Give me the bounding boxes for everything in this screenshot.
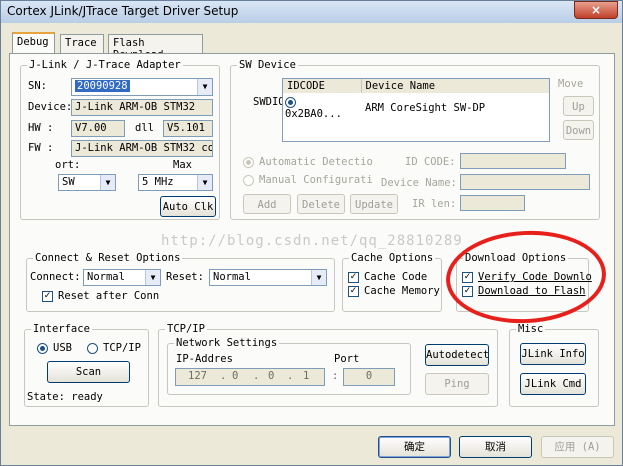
tcpip-radio[interactable]: [87, 343, 98, 354]
sn-value: 20090928: [75, 80, 130, 92]
reset-select[interactable]: Normal ▼: [209, 269, 327, 286]
hw-field: V7.00: [71, 120, 125, 137]
tcpip-label: TCP/IP: [103, 342, 141, 354]
connect-label: Connect:: [30, 271, 81, 283]
ip-octet-3: 0: [268, 370, 275, 382]
ip-octet-1: 127: [188, 370, 207, 382]
sw-device-legend: SW Device: [239, 59, 296, 71]
device-field: J-Link ARM-OB STM32: [71, 99, 213, 116]
jlink-cmd-button[interactable]: JLink Cmd: [520, 373, 586, 395]
reset-after-connect-label: Reset after Conn: [58, 290, 160, 302]
device-name-label: Device Name:: [381, 177, 457, 189]
ip-address-field[interactable]: 127 . 0 . 0 . 1: [175, 368, 325, 386]
max-clock-select[interactable]: 5 MHz ▼: [138, 174, 213, 191]
reset-after-connect-checkbox[interactable]: ✓: [42, 291, 53, 302]
tcpip-legend: TCP/IP: [167, 323, 205, 335]
update-button[interactable]: Update: [350, 194, 398, 214]
manual-config-label: Manual Configurati: [259, 174, 373, 186]
autodetect-button[interactable]: Autodetect: [425, 344, 489, 366]
ip-octet-4: 1: [303, 370, 310, 382]
dialog-window: Cortex JLink/JTrace Target Driver Setup …: [0, 0, 623, 466]
delete-button[interactable]: Delete: [297, 194, 345, 214]
scan-button[interactable]: Scan: [47, 361, 130, 383]
chevron-down-icon: ▼: [197, 175, 212, 190]
reset-label: Reset:: [166, 271, 204, 283]
sw-device-row[interactable]: 0x2BA0... ARM CoreSight SW-DP: [283, 93, 549, 123]
fw-label: FW :: [28, 142, 54, 154]
cache-memory-checkbox[interactable]: ✓: [348, 286, 359, 297]
hw-label: HW :: [28, 122, 54, 134]
ip-address-label: IP-Addres: [176, 353, 233, 365]
dll-label: dll: [135, 122, 154, 134]
sn-label: SN:: [28, 80, 47, 92]
tab-debug[interactable]: Debug: [12, 32, 55, 54]
id-code-field[interactable]: [460, 153, 566, 169]
state-label: State: ready: [27, 391, 103, 403]
interface-legend: Interface: [33, 323, 90, 335]
ip-octet-2: 0: [232, 370, 239, 382]
ir-len-field[interactable]: [460, 195, 525, 211]
up-button[interactable]: Up: [563, 96, 594, 116]
jlink-adapter-legend: J-Link / J-Trace Adapter: [29, 59, 181, 71]
port-value: SW: [62, 176, 75, 188]
col-device-name: Device Name: [365, 80, 436, 92]
connect-value: Normal: [87, 271, 125, 283]
ping-button[interactable]: Ping: [425, 373, 489, 395]
down-button[interactable]: Down: [563, 120, 594, 140]
row-radio[interactable]: [285, 96, 296, 108]
usb-radio[interactable]: [37, 343, 48, 354]
chevron-down-icon: ▼: [100, 175, 115, 190]
chevron-down-icon: ▼: [311, 270, 326, 285]
title-bar[interactable]: Cortex JLink/JTrace Target Driver Setup …: [1, 1, 622, 23]
cache-options-legend: Cache Options: [351, 252, 434, 264]
fw-field: J-Link ARM-OB STM32 comp: [71, 140, 213, 157]
jlink-info-button[interactable]: JLink Info: [520, 343, 586, 365]
device-label: Device:: [28, 101, 73, 113]
sn-select[interactable]: 20090928 ▼: [71, 78, 213, 96]
window-title: Cortex JLink/JTrace Target Driver Setup: [7, 4, 239, 18]
auto-detect-label: Automatic Detectio: [259, 156, 373, 168]
chevron-down-icon: ▼: [145, 270, 160, 285]
close-button[interactable]: ×: [574, 1, 618, 19]
cache-memory-label: Cache Memory: [364, 285, 440, 297]
port-select[interactable]: SW ▼: [58, 174, 116, 191]
manual-config-radio[interactable]: [243, 175, 254, 186]
connect-select[interactable]: Normal ▼: [83, 269, 161, 286]
tab-trace[interactable]: Trace: [60, 34, 104, 53]
network-settings-legend: Network Settings: [176, 337, 278, 349]
max-value: 5 MHz: [142, 176, 174, 188]
swdio-label: SWDIO: [253, 96, 285, 108]
auto-detect-radio[interactable]: [243, 157, 254, 168]
ir-len-label: IR len:: [412, 198, 457, 210]
add-button[interactable]: Add: [243, 194, 291, 214]
sw-device-table[interactable]: IDCODE Device Name 0x2BA0... ARM CoreSig…: [282, 78, 550, 142]
apply-button[interactable]: 应用 (A): [541, 436, 614, 458]
col-idcode: IDCODE: [283, 79, 362, 93]
auto-clk-button[interactable]: Auto Clk: [160, 196, 216, 217]
reset-value: Normal: [213, 271, 251, 283]
port-field[interactable]: 0: [343, 368, 395, 386]
cancel-button[interactable]: 取消: [459, 436, 532, 458]
cache-code-label: Cache Code: [364, 271, 428, 283]
row-idcode: 0x2BA0...: [285, 108, 342, 120]
misc-legend: Misc: [518, 323, 544, 335]
port-label: ort:: [55, 159, 81, 171]
max-label: Max: [173, 159, 192, 171]
move-label: Move: [558, 78, 584, 90]
network-settings-group: Network Settings: [167, 337, 411, 395]
watermark-text: http://blog.csdn.net/qq_28810289: [161, 233, 463, 249]
device-name-field[interactable]: [460, 174, 590, 190]
port-label-tcp: Port: [334, 353, 360, 365]
dll-field: V5.101: [163, 120, 213, 137]
ok-button[interactable]: 确定: [378, 436, 451, 458]
usb-label: USB: [53, 342, 72, 354]
chevron-down-icon: ▼: [197, 79, 212, 95]
row-device-name: ARM CoreSight SW-DP: [365, 102, 486, 114]
connect-reset-legend: Connect & Reset Options: [35, 252, 181, 264]
tab-flash-download[interactable]: Flash Download: [108, 34, 203, 61]
cache-code-checkbox[interactable]: ✓: [348, 272, 359, 283]
id-code-label: ID CODE:: [405, 156, 456, 168]
